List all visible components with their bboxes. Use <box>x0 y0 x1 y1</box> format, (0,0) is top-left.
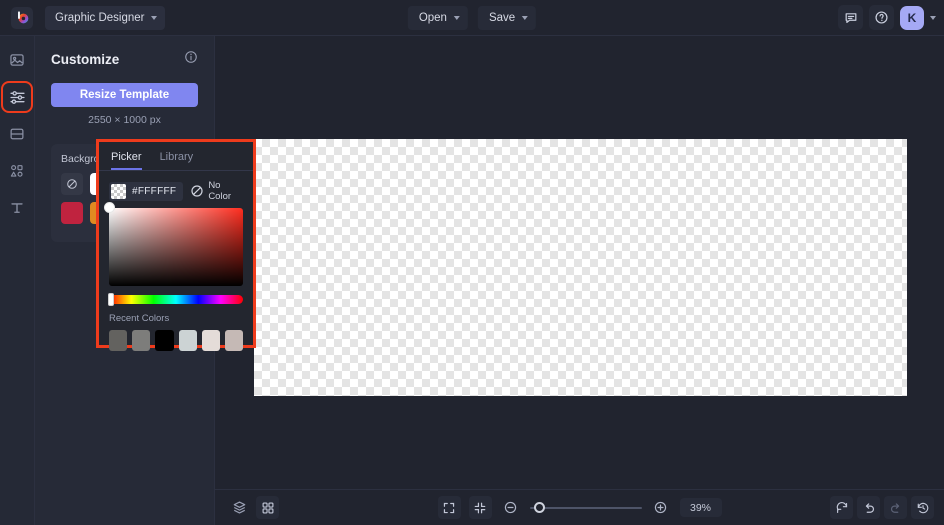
recent-color-swatch[interactable] <box>201 330 220 351</box>
chevron-down-icon[interactable] <box>930 15 936 20</box>
recent-color-swatch[interactable] <box>178 330 197 351</box>
resize-template-label: Resize Template <box>79 89 170 101</box>
zoom-out-icon[interactable] <box>500 497 522 519</box>
sidebar-item-media[interactable] <box>4 47 30 73</box>
avatar-initial: K <box>907 10 917 25</box>
fit-to-screen-button[interactable] <box>437 496 461 519</box>
tab-picker[interactable]: Picker <box>111 151 142 170</box>
zoom-track <box>529 506 642 509</box>
document-type-selector[interactable]: Graphic Designer <box>45 5 166 30</box>
hue-handle[interactable] <box>108 293 114 306</box>
recent-color-swatch[interactable] <box>155 330 174 351</box>
help-icon[interactable] <box>869 5 894 30</box>
zoom-to-fit-button[interactable] <box>468 496 492 519</box>
zoom-in-icon[interactable] <box>650 497 672 519</box>
header-actions: K <box>838 5 936 30</box>
template-dimensions: 2550 × 1000 px <box>88 114 161 126</box>
sv-handle[interactable] <box>104 202 115 213</box>
app-logo-icon[interactable] <box>11 6 33 29</box>
canvas-stage[interactable] <box>215 36 944 489</box>
undo-icon[interactable] <box>857 496 880 519</box>
tab-library[interactable]: Library <box>160 151 194 170</box>
sidebar-item-layouts[interactable] <box>4 121 30 147</box>
info-icon[interactable] <box>184 50 198 69</box>
bottom-toolbar: 39% <box>215 489 944 525</box>
resize-template-button[interactable]: Resize Template <box>51 83 198 107</box>
no-color-button[interactable]: No Color <box>190 180 243 202</box>
bottom-left-tools <box>228 496 279 519</box>
redo-icon[interactable] <box>884 496 907 519</box>
history-icon[interactable] <box>911 496 934 519</box>
swatch-no-color[interactable] <box>61 173 83 195</box>
chevron-down-icon <box>522 15 529 20</box>
recent-color-swatch[interactable] <box>132 330 151 351</box>
hex-value: #FFFFFF <box>132 185 177 197</box>
hue-slider[interactable] <box>108 293 243 306</box>
history-tools <box>830 496 934 519</box>
document-type-label: Graphic Designer <box>55 11 145 24</box>
save-menu-button[interactable]: Save <box>477 5 537 30</box>
recent-colors-row <box>109 330 244 351</box>
current-color-swatch <box>111 183 126 199</box>
header-menus: Open Save <box>407 5 537 30</box>
no-color-label: No Color <box>208 180 232 202</box>
app-header: Graphic Designer Open Save K <box>0 0 944 36</box>
zoom-slider[interactable] <box>529 501 642 515</box>
sidebar-item-customize[interactable] <box>1 81 33 113</box>
no-color-icon <box>190 184 204 198</box>
recent-colors-label: Recent Colors <box>109 313 170 324</box>
grid-icon[interactable] <box>256 496 279 519</box>
zoom-level[interactable]: 39% <box>679 498 722 517</box>
save-menu-label: Save <box>488 11 516 24</box>
app-root: Graphic Designer Open Save K Customize R… <box>0 0 944 525</box>
panel-header: Customize <box>35 36 214 69</box>
recent-color-swatch[interactable] <box>224 330 244 351</box>
hex-row: #FFFFFF No Color <box>99 171 253 202</box>
chevron-down-icon <box>151 15 158 20</box>
saturation-value-area[interactable] <box>104 202 243 286</box>
layers-icon[interactable] <box>228 497 250 519</box>
recent-color-swatch[interactable] <box>109 330 128 351</box>
picker-tabs: Picker Library <box>99 142 253 170</box>
open-menu-label: Open <box>418 11 447 24</box>
refresh-icon[interactable] <box>830 496 853 519</box>
avatar[interactable]: K <box>900 5 924 30</box>
comments-icon[interactable] <box>838 5 863 30</box>
sidebar-item-text[interactable] <box>4 195 30 221</box>
color-picker-popup: Picker Library #FFFFFF No Color Recent C… <box>96 139 256 351</box>
zoom-knob[interactable] <box>533 502 545 513</box>
swatch-crimson[interactable] <box>61 202 83 224</box>
chevron-down-icon <box>453 15 460 20</box>
zoom-controls: 39% <box>437 496 722 519</box>
hex-input[interactable]: #FFFFFF <box>109 181 184 201</box>
sidebar-item-elements[interactable] <box>4 158 30 184</box>
artboard[interactable] <box>254 139 907 396</box>
page-title: Customize <box>51 52 120 67</box>
left-icon-rail <box>0 36 35 525</box>
open-menu-button[interactable]: Open <box>407 5 468 30</box>
